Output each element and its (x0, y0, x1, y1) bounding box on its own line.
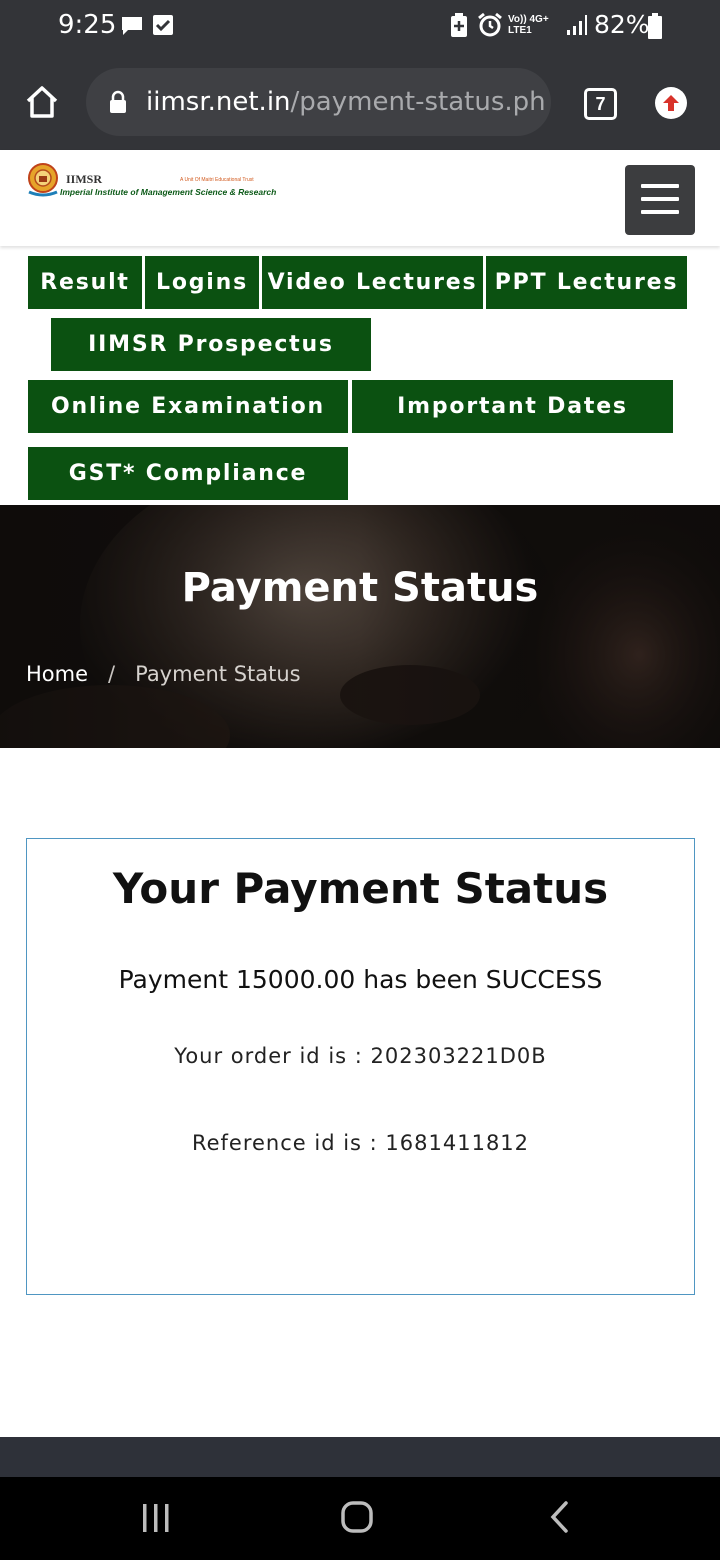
nav-logins-button[interactable]: Logins (145, 256, 259, 309)
home-icon[interactable] (24, 84, 60, 120)
status-bar: 9:25 Vo)) 4G+ LTE1 82% (0, 0, 720, 52)
logo-abbreviation: IIMSR (66, 172, 103, 186)
update-arrow-icon (663, 95, 679, 111)
hamburger-menu-button[interactable] (625, 165, 695, 235)
page-banner: Payment Status Home / Payment Status (0, 505, 720, 748)
signal-icon (567, 15, 587, 35)
breadcrumb: Home / Payment Status (26, 662, 301, 686)
breadcrumb-separator: / (108, 662, 116, 686)
banner-background-image (0, 505, 720, 748)
status-time: 9:25 (58, 10, 117, 40)
browser-toolbar: iimsr.net.in/payment-status.ph 7 (0, 52, 720, 150)
lock-icon (110, 90, 126, 113)
page-title: Payment Status (181, 565, 539, 611)
site-header: IIMSR A Unit Of Maitri Educational Trust… (0, 150, 720, 246)
tab-switcher-button[interactable]: 7 (584, 88, 617, 120)
payment-message: Payment 15000.00 has been SUCCESS (118, 965, 603, 994)
nav-gst-compliance-button[interactable]: GST* Compliance (28, 447, 348, 500)
nav-ppt-lectures-button[interactable]: PPT Lectures (486, 256, 687, 309)
logo-institute-name: Imperial Institute of Management Science… (60, 187, 277, 197)
logo-emblem-icon[interactable] (27, 162, 59, 198)
order-id-text: Your order id is : 202303221D0B (174, 1044, 547, 1068)
alarm-icon (478, 12, 502, 37)
breadcrumb-current: Payment Status (135, 662, 301, 686)
nav-video-lectures-button[interactable]: Video Lectures (262, 256, 483, 309)
url-bar[interactable]: iimsr.net.in/payment-status.ph (86, 68, 551, 136)
card-title: Your Payment Status (112, 864, 609, 913)
site-footer (0, 1437, 720, 1477)
payment-status-card: Your Payment Status Payment 15000.00 has… (26, 838, 695, 1295)
reference-id-text: Reference id is : 1681411812 (191, 1131, 530, 1155)
logo-tagline: A Unit Of Maitri Educational Trust (180, 177, 254, 183)
nav-result-button[interactable]: Result (28, 256, 142, 309)
update-button[interactable] (655, 87, 687, 119)
url-text[interactable]: iimsr.net.in/payment-status.ph (146, 87, 546, 117)
system-navigation-bar (0, 1477, 720, 1560)
nav-important-dates-button[interactable]: Important Dates (352, 380, 673, 433)
chat-bubble-icon (122, 17, 142, 35)
network-indicator: Vo)) 4G+ LTE1 (508, 14, 549, 36)
recent-apps-icon[interactable] (140, 1501, 172, 1535)
battery-saver-icon (451, 13, 467, 37)
checkbox-icon (153, 15, 173, 35)
nav-online-examination-button[interactable]: Online Examination (28, 380, 348, 433)
nav-prospectus-button[interactable]: IIMSR Prospectus (51, 318, 371, 371)
back-icon[interactable] (546, 1499, 574, 1535)
battery-icon (648, 13, 662, 39)
breadcrumb-home-link[interactable]: Home (26, 662, 88, 686)
battery-percent: 82% (594, 10, 650, 39)
home-circle-icon[interactable] (339, 1499, 375, 1535)
